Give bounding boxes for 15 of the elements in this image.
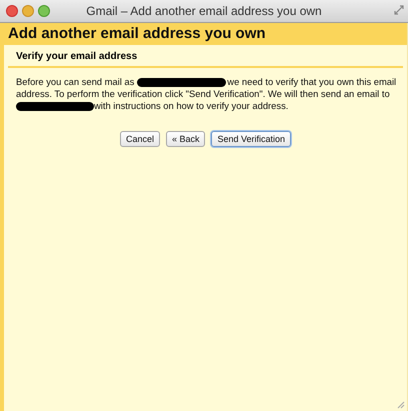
window-title: Gmail – Add another email address you own — [86, 4, 322, 18]
paragraph-text: with instructions on how to verify your address. — [94, 100, 288, 112]
resize-grip-icon[interactable] — [395, 399, 405, 409]
fullscreen-icon[interactable] — [394, 5, 404, 15]
minimize-button[interactable] — [22, 5, 34, 17]
zoom-button[interactable] — [38, 5, 50, 17]
dialog-button[interactable]: « Back — [166, 131, 206, 147]
paragraph-text: we need to verify that you own this email — [227, 76, 396, 88]
close-button[interactable] — [6, 5, 18, 17]
paragraph-text: address. To perform the verification click "Send Verification". We will then send an email to — [16, 88, 390, 100]
dialog-button[interactable]: Cancel — [120, 131, 160, 147]
section-title: Verify your email address — [8, 45, 403, 68]
paragraph-text: Before you can send mail as — [16, 76, 134, 88]
dialog-button[interactable]: Send Verification — [211, 131, 292, 147]
dialog-header: Add another email address you own — [4, 23, 407, 45]
